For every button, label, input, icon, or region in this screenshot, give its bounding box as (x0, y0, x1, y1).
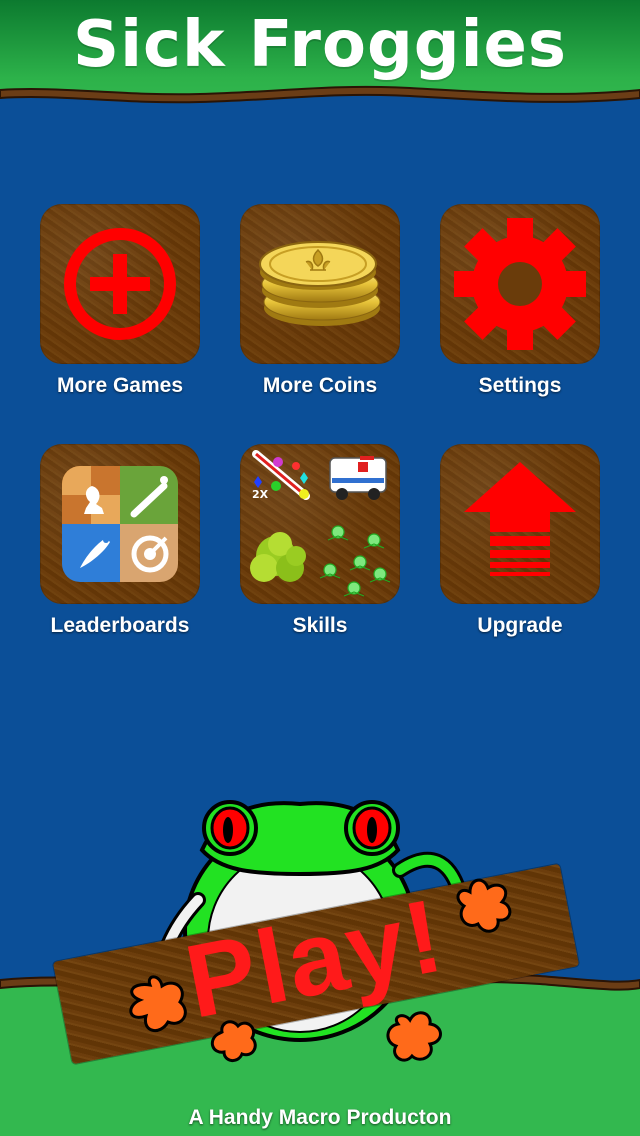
settings-button[interactable] (440, 204, 600, 364)
gear-icon (454, 218, 586, 350)
leaderboards-label: Leaderboards (50, 614, 190, 637)
more-coins-button[interactable] (240, 204, 400, 364)
skills-montage-icon: 2X (250, 450, 391, 597)
skills-button[interactable]: 2X (240, 444, 400, 604)
more-games-button[interactable] (40, 204, 200, 364)
leaderboards-button[interactable] (40, 444, 200, 604)
frog-crowd-icon (319, 525, 391, 597)
more-coins-label: More Coins (262, 374, 378, 397)
up-arrow-icon (464, 462, 576, 576)
upgrade-label: Upgrade (477, 614, 563, 637)
green-cloud-icon (250, 532, 306, 582)
header-banner: Sick Froggies (0, 0, 640, 120)
header-wave-border (0, 85, 640, 120)
skills-label: Skills (292, 614, 348, 637)
more-games-label: More Games (56, 374, 184, 397)
ambulance-icon (329, 456, 387, 500)
upgrade-button[interactable] (440, 444, 600, 604)
credit-text: A Handy Macro Producton (188, 1106, 452, 1129)
syringe-icon: 2X (252, 450, 310, 501)
coins-icon (259, 241, 381, 326)
app-title: Sick Froggies (72, 8, 568, 82)
svg-text:2X: 2X (252, 488, 269, 501)
game-center-icon (62, 466, 178, 582)
settings-label: Settings (478, 374, 562, 397)
plus-circle-icon (64, 228, 176, 340)
